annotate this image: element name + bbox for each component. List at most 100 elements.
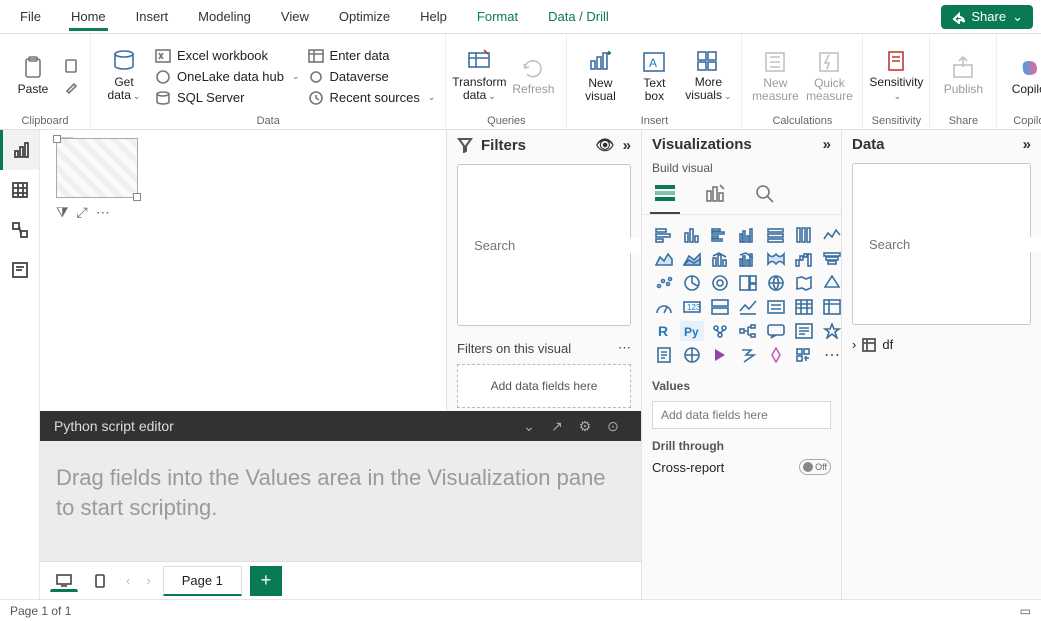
more-visuals-overflow-icon[interactable]: ⋯ — [820, 345, 841, 365]
script-chevron-icon[interactable]: ⌄ — [515, 418, 543, 435]
data-search[interactable] — [852, 163, 1031, 325]
table-view-button[interactable] — [0, 170, 39, 210]
sensitivity-button[interactable]: Sensitivity⌄ — [871, 40, 921, 112]
app-source-icon[interactable] — [764, 345, 788, 365]
table-visual-icon[interactable] — [792, 297, 816, 317]
collapse-filters-icon[interactable]: » — [623, 137, 631, 154]
powerautomate-icon[interactable] — [736, 345, 760, 365]
matrix-icon[interactable] — [820, 297, 841, 317]
tab-insert[interactable]: Insert — [124, 3, 181, 30]
goals-icon[interactable] — [820, 321, 841, 341]
format-painter-button[interactable] — [62, 78, 82, 96]
pie-chart-icon[interactable] — [680, 273, 704, 293]
get-data-button[interactable]: Getdata⌄ — [99, 40, 149, 112]
arcgis-icon[interactable] — [680, 345, 704, 365]
clustered-column-chart-icon[interactable] — [736, 225, 760, 245]
funnel-chart-icon[interactable] — [820, 249, 841, 269]
ribbon-chart-icon[interactable] — [764, 249, 788, 269]
page-nav-prev[interactable]: ‹ — [122, 573, 134, 588]
line-chart-icon[interactable] — [820, 225, 841, 245]
powerapps-icon[interactable] — [708, 345, 732, 365]
text-box-button[interactable]: A Textbox — [629, 40, 679, 112]
page-tab-1[interactable]: Page 1 — [163, 566, 242, 596]
smart-narrative-icon[interactable] — [792, 321, 816, 341]
model-view-button[interactable] — [0, 210, 39, 250]
page-nav-next[interactable]: › — [142, 573, 154, 588]
area-chart-icon[interactable] — [652, 249, 676, 269]
dax-view-button[interactable] — [0, 250, 39, 290]
card-icon[interactable]: 123 — [680, 297, 704, 317]
kpi-icon[interactable] — [736, 297, 760, 317]
filters-visual-dropzone[interactable]: Add data fields here — [457, 364, 631, 408]
azure-map-icon[interactable] — [820, 273, 841, 293]
tab-format[interactable]: Format — [465, 3, 530, 30]
desktop-layout-button[interactable] — [50, 570, 78, 592]
onelake-button[interactable]: OneLake data hub⌄ — [153, 68, 302, 86]
gauge-icon[interactable] — [652, 297, 676, 317]
recent-sources-button[interactable]: Recent sources⌄ — [306, 89, 438, 107]
focus-icon[interactable]: ⤢ — [77, 204, 88, 221]
enter-data-button[interactable]: Enter data — [306, 47, 438, 65]
key-influencers-icon[interactable] — [708, 321, 732, 341]
script-settings-icon[interactable]: ⚙ — [571, 418, 599, 435]
cross-report-toggle[interactable]: Off — [799, 459, 831, 475]
eye-icon[interactable]: 👁 — [596, 136, 615, 154]
line-clustered-column-icon[interactable] — [736, 249, 760, 269]
waterfall-chart-icon[interactable] — [792, 249, 816, 269]
line-stacked-column-icon[interactable] — [708, 249, 732, 269]
python-visual-icon[interactable]: Py — [680, 321, 704, 341]
get-more-visuals-icon[interactable] — [792, 345, 816, 365]
excel-workbook-button[interactable]: Excel workbook — [153, 47, 302, 65]
filled-map-icon[interactable] — [792, 273, 816, 293]
map-icon[interactable] — [764, 273, 788, 293]
paginated-report-icon[interactable] — [652, 345, 676, 365]
selected-visual-placeholder[interactable] — [56, 138, 138, 198]
script-popout-icon[interactable]: ↗ — [543, 418, 571, 435]
filters-search-input[interactable] — [474, 238, 650, 253]
clustered-bar-chart-icon[interactable] — [708, 225, 732, 245]
filters-visual-more-icon[interactable]: ⋯ — [618, 340, 631, 356]
data-table-df[interactable]: › df — [842, 333, 1041, 356]
build-tab-fields[interactable] — [654, 183, 676, 206]
status-fit-icon[interactable]: ▭ — [1020, 604, 1031, 618]
tab-optimize[interactable]: Optimize — [327, 3, 402, 30]
r-visual-icon[interactable]: R — [652, 321, 676, 341]
slicer-icon[interactable] — [764, 297, 788, 317]
copilot-button[interactable]: Copilot — [1005, 40, 1041, 112]
values-field-well[interactable]: Add data fields here — [652, 401, 831, 429]
new-measure-button[interactable]: Newmeasure — [750, 40, 800, 112]
copy-button[interactable] — [62, 57, 82, 75]
sql-server-button[interactable]: SQL Server — [153, 89, 302, 107]
publish-button[interactable]: Publish — [938, 40, 988, 112]
tab-home[interactable]: Home — [59, 3, 118, 30]
share-button[interactable]: Share ⌄ — [941, 5, 1033, 29]
filters-search[interactable] — [457, 164, 631, 326]
build-tab-analytics[interactable] — [754, 183, 776, 206]
build-tab-format[interactable] — [704, 183, 726, 206]
treemap-icon[interactable] — [736, 273, 760, 293]
script-run-icon[interactable]: ⊙ — [599, 418, 627, 435]
transform-data-button[interactable]: Transformdata⌄ — [454, 40, 504, 112]
dataverse-button[interactable]: Dataverse — [306, 68, 438, 86]
tab-file[interactable]: File — [8, 3, 53, 30]
multirow-card-icon[interactable] — [708, 297, 732, 317]
report-canvas[interactable]: › ⧩ ⤢ ⋯ — [40, 130, 446, 411]
quick-measure-button[interactable]: Quickmeasure — [804, 40, 854, 112]
collapse-viz-icon[interactable]: » — [823, 136, 831, 153]
add-page-button[interactable]: + — [250, 566, 282, 596]
tab-help[interactable]: Help — [408, 3, 459, 30]
stacked-bar-chart-icon[interactable] — [652, 225, 676, 245]
refresh-button[interactable]: Refresh — [508, 40, 558, 112]
more-visuals-button[interactable]: Morevisuals⌄ — [683, 40, 733, 112]
scatter-chart-icon[interactable] — [652, 273, 676, 293]
stacked-area-chart-icon[interactable] — [680, 249, 704, 269]
qa-visual-icon[interactable] — [764, 321, 788, 341]
tab-modeling[interactable]: Modeling — [186, 3, 263, 30]
stacked-column-chart-icon[interactable] — [680, 225, 704, 245]
report-view-button[interactable] — [0, 130, 39, 170]
donut-chart-icon[interactable] — [708, 273, 732, 293]
collapse-data-icon[interactable]: » — [1023, 136, 1031, 153]
hundred-stacked-bar-icon[interactable] — [764, 225, 788, 245]
paste-button[interactable]: Paste — [8, 40, 58, 112]
new-visual-button[interactable]: Newvisual — [575, 40, 625, 112]
